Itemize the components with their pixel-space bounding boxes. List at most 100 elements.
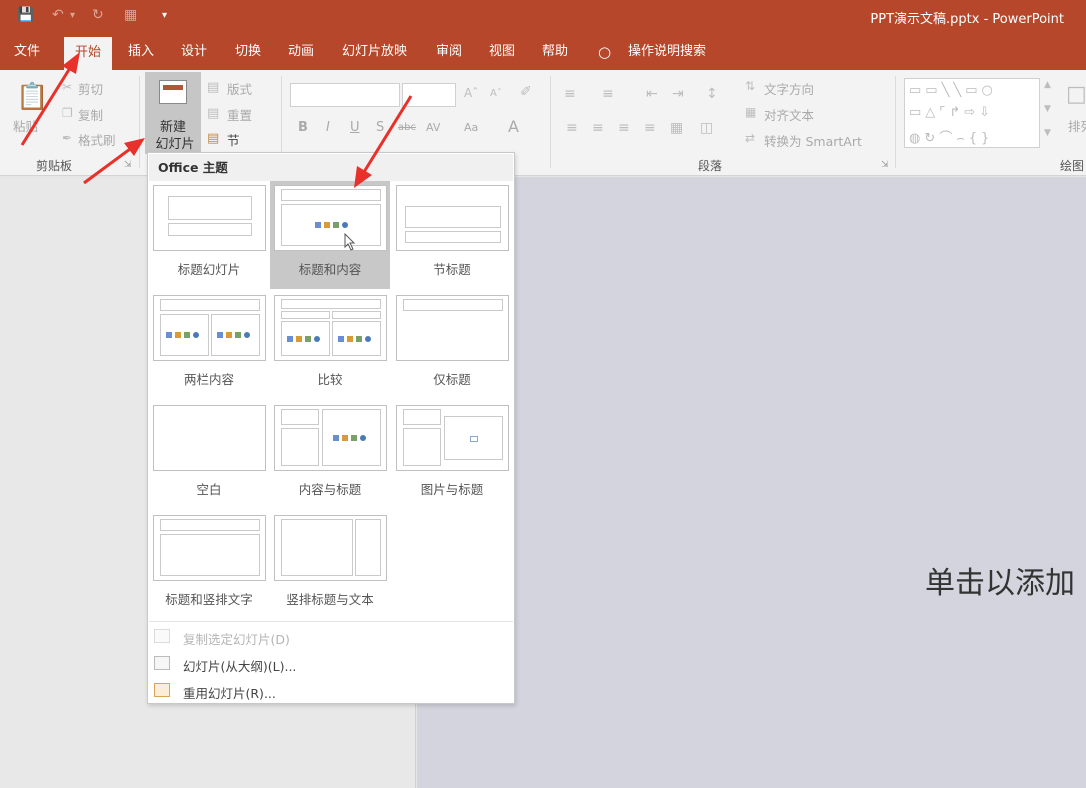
layout-button[interactable]: 版式 [227,79,252,98]
bold-button[interactable]: B [298,120,308,135]
paragraph-launcher-icon[interactable]: ⇲ [881,160,889,170]
tab-home[interactable]: 开始 [64,37,113,70]
layout-title-and-vertical-text[interactable]: 标题和竖排文字 [149,511,269,619]
paste-icon[interactable]: 📋 [16,82,48,112]
layout-content-with-caption[interactable]: 内容与标题 [270,401,390,509]
content-icons [315,218,353,232]
clear-format-icon[interactable]: ✐ [520,84,532,100]
justify-icon[interactable]: ≡ [644,120,656,136]
duplicate-slide-icon [154,629,170,643]
undo-icon[interactable]: ↶ [52,7,64,23]
distribute-icon[interactable]: ▦ [670,120,683,136]
line-spacing-icon[interactable]: ↕ [706,86,718,102]
gallery-down-icon[interactable]: ▼ [1044,104,1051,114]
tab-file[interactable]: 文件 [14,34,40,70]
picture-icon [470,436,478,442]
shrink-font-icon[interactable]: Aˇ [490,88,502,99]
redo-icon[interactable]: ↻ [92,7,104,23]
font-color-button[interactable]: A [508,117,519,136]
tab-review[interactable]: 审阅 [436,34,462,70]
content-icons [338,332,376,346]
save-icon[interactable]: 💾 [17,7,34,23]
layout-vertical-title-and-text[interactable]: 竖排标题与文本 [270,511,390,619]
slide-title-placeholder[interactable]: 单击以添加 [925,558,1075,602]
columns-icon[interactable]: ◫ [700,120,713,136]
slide-canvas[interactable]: 单击以添加 [417,185,1086,788]
convert-smartart-button[interactable]: 转换为 SmartArt [764,131,862,150]
layout-title-slide[interactable]: 标题幻灯片 [149,181,269,289]
arrange-button[interactable]: 排列 [1068,116,1086,135]
reset-button[interactable]: 重置 [227,105,252,124]
present-icon[interactable]: ▦ [124,7,137,23]
new-slide-button[interactable]: 新建 幻灯片 [145,72,201,154]
text-direction-button[interactable]: 文字方向 [764,79,814,98]
layout-two-content[interactable]: 两栏内容 [149,291,269,399]
slide-editor-area[interactable]: 单击以添加 [417,177,1086,788]
ribbon-tabs: 文件 开始 插入 设计 切换 动画 幻灯片放映 审阅 视图 帮助 ○ 操作说明搜… [0,34,1086,70]
numbering-icon[interactable]: ≡ [602,86,614,102]
align-center-icon[interactable]: ≡ [592,120,604,136]
grow-font-icon[interactable]: Aˆ [464,86,478,100]
title-bar: 💾 ↶ ▾ ↻ ▦ ▾ PPT演示文稿.pptx - PowerPoint [0,0,1086,34]
layout-title-and-content[interactable]: 标题和内容 [270,181,390,289]
layout-comparison[interactable]: 比较 [270,291,390,399]
layout-picture-with-caption[interactable]: 图片与标题 [392,401,512,509]
reuse-slides-command[interactable]: 重用幻灯片(R)... [183,683,276,702]
layout-thumbnail [396,185,509,251]
new-slide-icon [159,80,187,104]
smartart-icon: ⇄ [745,131,756,145]
tab-view[interactable]: 视图 [489,34,515,70]
align-left-icon[interactable]: ≡ [566,120,578,136]
font-name-combo[interactable] [290,83,400,107]
tab-insert[interactable]: 插入 [128,34,154,70]
group-divider [895,76,896,168]
customize-icon[interactable]: ▾ [162,10,167,21]
tab-transitions[interactable]: 切换 [235,34,261,70]
decrease-indent-icon[interactable]: ⇤ [646,86,658,102]
layout-label: 比较 [317,372,343,387]
layout-blank[interactable]: 空白 [149,401,269,509]
layout-thumbnail [274,185,387,251]
char-spacing-button[interactable]: AV [426,121,440,134]
duplicate-selected-slides-command[interactable]: 复制选定幻灯片(D) [183,629,290,648]
clipboard-launcher-icon[interactable]: ⇲ [124,160,132,170]
shadow-button[interactable]: S [376,120,384,135]
text-direction-icon: ⇅ [745,79,756,93]
tab-design[interactable]: 设计 [181,34,207,70]
content-icons [217,328,255,342]
copy-button[interactable]: 复制 [78,105,103,124]
paragraph-group-label: 段落 [698,159,723,173]
layout-title-only[interactable]: 仅标题 [392,291,512,399]
format-painter-icon: ✒ [62,131,73,145]
tell-me-search[interactable]: 操作说明搜索 [628,34,706,70]
underline-button[interactable]: U [350,120,360,135]
layout-label: 标题和竖排文字 [165,592,253,607]
italic-button[interactable]: I [326,120,330,135]
align-text-button[interactable]: 对齐文本 [764,105,814,124]
layout-section-header[interactable]: 节标题 [392,181,512,289]
align-right-icon[interactable]: ≡ [618,120,630,136]
slides-from-outline-command[interactable]: 幻灯片(从大纲)(L)... [183,656,296,675]
shapes-gallery[interactable]: ▭▭╲╲▭○ ▭△⌜↱⇨⇩ ◍↻⌒⌢{} [904,78,1040,148]
shapes-row-3: ◍↻⌒⌢{} [909,131,994,146]
tab-animations[interactable]: 动画 [288,34,314,70]
layout-thumbnail [396,405,509,471]
tab-help[interactable]: 帮助 [542,34,568,70]
layout-thumbnail [396,295,509,361]
group-divider [550,76,551,168]
format-painter-button[interactable]: 格式刷 [78,130,116,149]
section-button[interactable]: 节 [227,130,240,149]
change-case-button[interactable]: Aa [464,121,478,134]
increase-indent-icon[interactable]: ⇥ [672,86,684,102]
bullets-icon[interactable]: ≡ [564,86,576,102]
strikethrough-button[interactable]: abc [398,122,416,133]
gallery-more-icon[interactable]: ▼ [1044,128,1051,138]
window-title: PPT演示文稿.pptx - PowerPoint [870,12,1064,27]
tab-slideshow[interactable]: 幻灯片放映 [342,34,407,70]
font-size-combo[interactable] [402,83,456,107]
undo-dropdown-icon[interactable]: ▾ [70,10,75,21]
paste-button[interactable]: 粘贴 [13,116,38,135]
gallery-up-icon[interactable]: ▲ [1044,80,1051,90]
cut-button[interactable]: 剪切 [78,79,103,98]
reset-icon: ▤ [207,106,220,121]
